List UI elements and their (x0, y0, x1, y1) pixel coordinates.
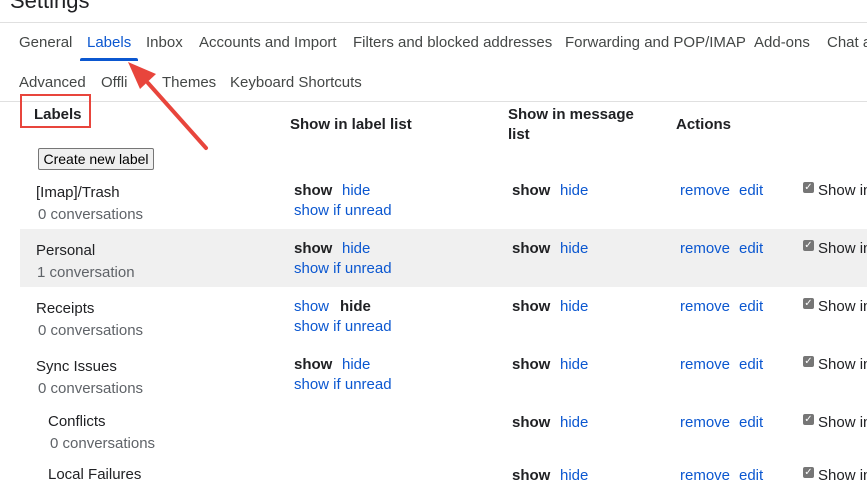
message-list-hide-link[interactable]: hide (560, 356, 588, 373)
tabs-divider (0, 101, 867, 102)
tab-forwarding-and-pop-imap[interactable]: Forwarding and POP/IMAP (565, 34, 746, 51)
label-list-show-if-unread-link[interactable]: show if unread (294, 318, 392, 335)
show-in-imap-checkbox[interactable]: ✓ (803, 298, 814, 309)
edit-link[interactable]: edit (739, 182, 763, 199)
show-in-imap-checkbox[interactable]: ✓ (803, 467, 814, 478)
show-in-imap-checkbox[interactable]: ✓ (803, 356, 814, 367)
remove-link[interactable]: remove (680, 240, 730, 257)
header-actions: Actions (676, 116, 732, 133)
message-list-show-option: show (512, 467, 551, 484)
show-in-imap-label: Show in (818, 467, 867, 484)
label-name: Sync Issues (36, 358, 117, 375)
edit-link[interactable]: edit (739, 467, 763, 484)
message-list-show-option: show (512, 298, 551, 315)
annotation-highlight-box (20, 94, 91, 128)
show-in-imap-label: Show in (818, 298, 867, 315)
label-count: 0 conversations (38, 322, 144, 339)
tab-themes[interactable]: Themes (162, 74, 216, 91)
edit-link[interactable]: edit (739, 298, 763, 315)
label-count: 0 conversations (50, 435, 156, 452)
message-list-show-option: show (512, 356, 551, 373)
label-count: 0 conversations (38, 380, 144, 397)
label-list-show-option: show (294, 356, 333, 373)
message-list-show-option: show (512, 414, 551, 431)
label-name: Receipts (36, 300, 95, 317)
show-in-imap-label: Show in (818, 414, 867, 431)
label-count: 1 conversation (37, 264, 135, 281)
table-row-hover-background (20, 229, 867, 287)
label-list-show-option: show (294, 240, 333, 257)
label-list-hide-link[interactable]: hide (342, 182, 370, 199)
edit-link[interactable]: edit (739, 240, 763, 257)
message-list-show-option: show (512, 240, 551, 257)
remove-link[interactable]: remove (680, 298, 730, 315)
tab-keyboard-shortcuts[interactable]: Keyboard Shortcuts (230, 74, 362, 91)
active-tab-indicator (80, 58, 138, 61)
page-title: Settings (10, 0, 90, 13)
remove-link[interactable]: remove (680, 414, 730, 431)
edit-link[interactable]: edit (739, 414, 763, 431)
label-name: Conflicts (48, 413, 106, 430)
tab-chat[interactable]: Chat a (827, 34, 867, 51)
show-in-imap-checkbox[interactable]: ✓ (803, 414, 814, 425)
label-list-show-option: show (294, 182, 333, 199)
label-list-hide-option: hide (340, 298, 371, 315)
label-list-hide-link[interactable]: hide (342, 356, 370, 373)
show-in-imap-label: Show in (818, 356, 867, 373)
create-new-label-button[interactable]: Create new label (38, 148, 154, 170)
tab-advanced[interactable]: Advanced (19, 74, 86, 91)
remove-link[interactable]: remove (680, 356, 730, 373)
show-in-imap-checkbox[interactable]: ✓ (803, 182, 814, 193)
message-list-show-option: show (512, 182, 551, 199)
edit-link[interactable]: edit (739, 356, 763, 373)
label-list-hide-link[interactable]: hide (342, 240, 370, 257)
header-show-in-message-list: Show in message (508, 106, 634, 123)
header-show-in-message-list-line2: list (508, 126, 530, 143)
tab-general[interactable]: General (19, 34, 72, 51)
label-name: Local Failures (48, 466, 142, 483)
tab-accounts-and-import[interactable]: Accounts and Import (199, 34, 337, 51)
label-list-show-if-unread-link[interactable]: show if unread (294, 202, 392, 219)
message-list-hide-link[interactable]: hide (560, 467, 588, 484)
title-divider (0, 22, 867, 23)
show-in-imap-label: Show in (818, 240, 867, 257)
show-in-imap-checkbox[interactable]: ✓ (803, 240, 814, 251)
label-name: [Imap]/Trash (36, 184, 120, 201)
label-list-show-if-unread-link[interactable]: show if unread (294, 376, 392, 393)
label-name: Personal (36, 242, 96, 259)
message-list-hide-link[interactable]: hide (560, 240, 588, 257)
tab-inbox[interactable]: Inbox (146, 34, 183, 51)
remove-link[interactable]: remove (680, 467, 730, 484)
tab-labels[interactable]: Labels (87, 34, 131, 51)
label-list-show-link[interactable]: show (294, 298, 329, 315)
show-in-imap-label: Show in (818, 182, 867, 199)
message-list-hide-link[interactable]: hide (560, 298, 588, 315)
tab-offline[interactable]: Offli (101, 74, 127, 91)
message-list-hide-link[interactable]: hide (560, 182, 588, 199)
label-list-show-if-unread-link[interactable]: show if unread (294, 260, 392, 277)
header-show-in-label-list: Show in label list (290, 116, 412, 133)
tab-add-ons[interactable]: Add-ons (754, 34, 810, 51)
message-list-hide-link[interactable]: hide (560, 414, 588, 431)
label-count: 0 conversations (38, 206, 144, 223)
remove-link[interactable]: remove (680, 182, 730, 199)
tab-filters-and-blocked-addresses[interactable]: Filters and blocked addresses (353, 34, 552, 51)
